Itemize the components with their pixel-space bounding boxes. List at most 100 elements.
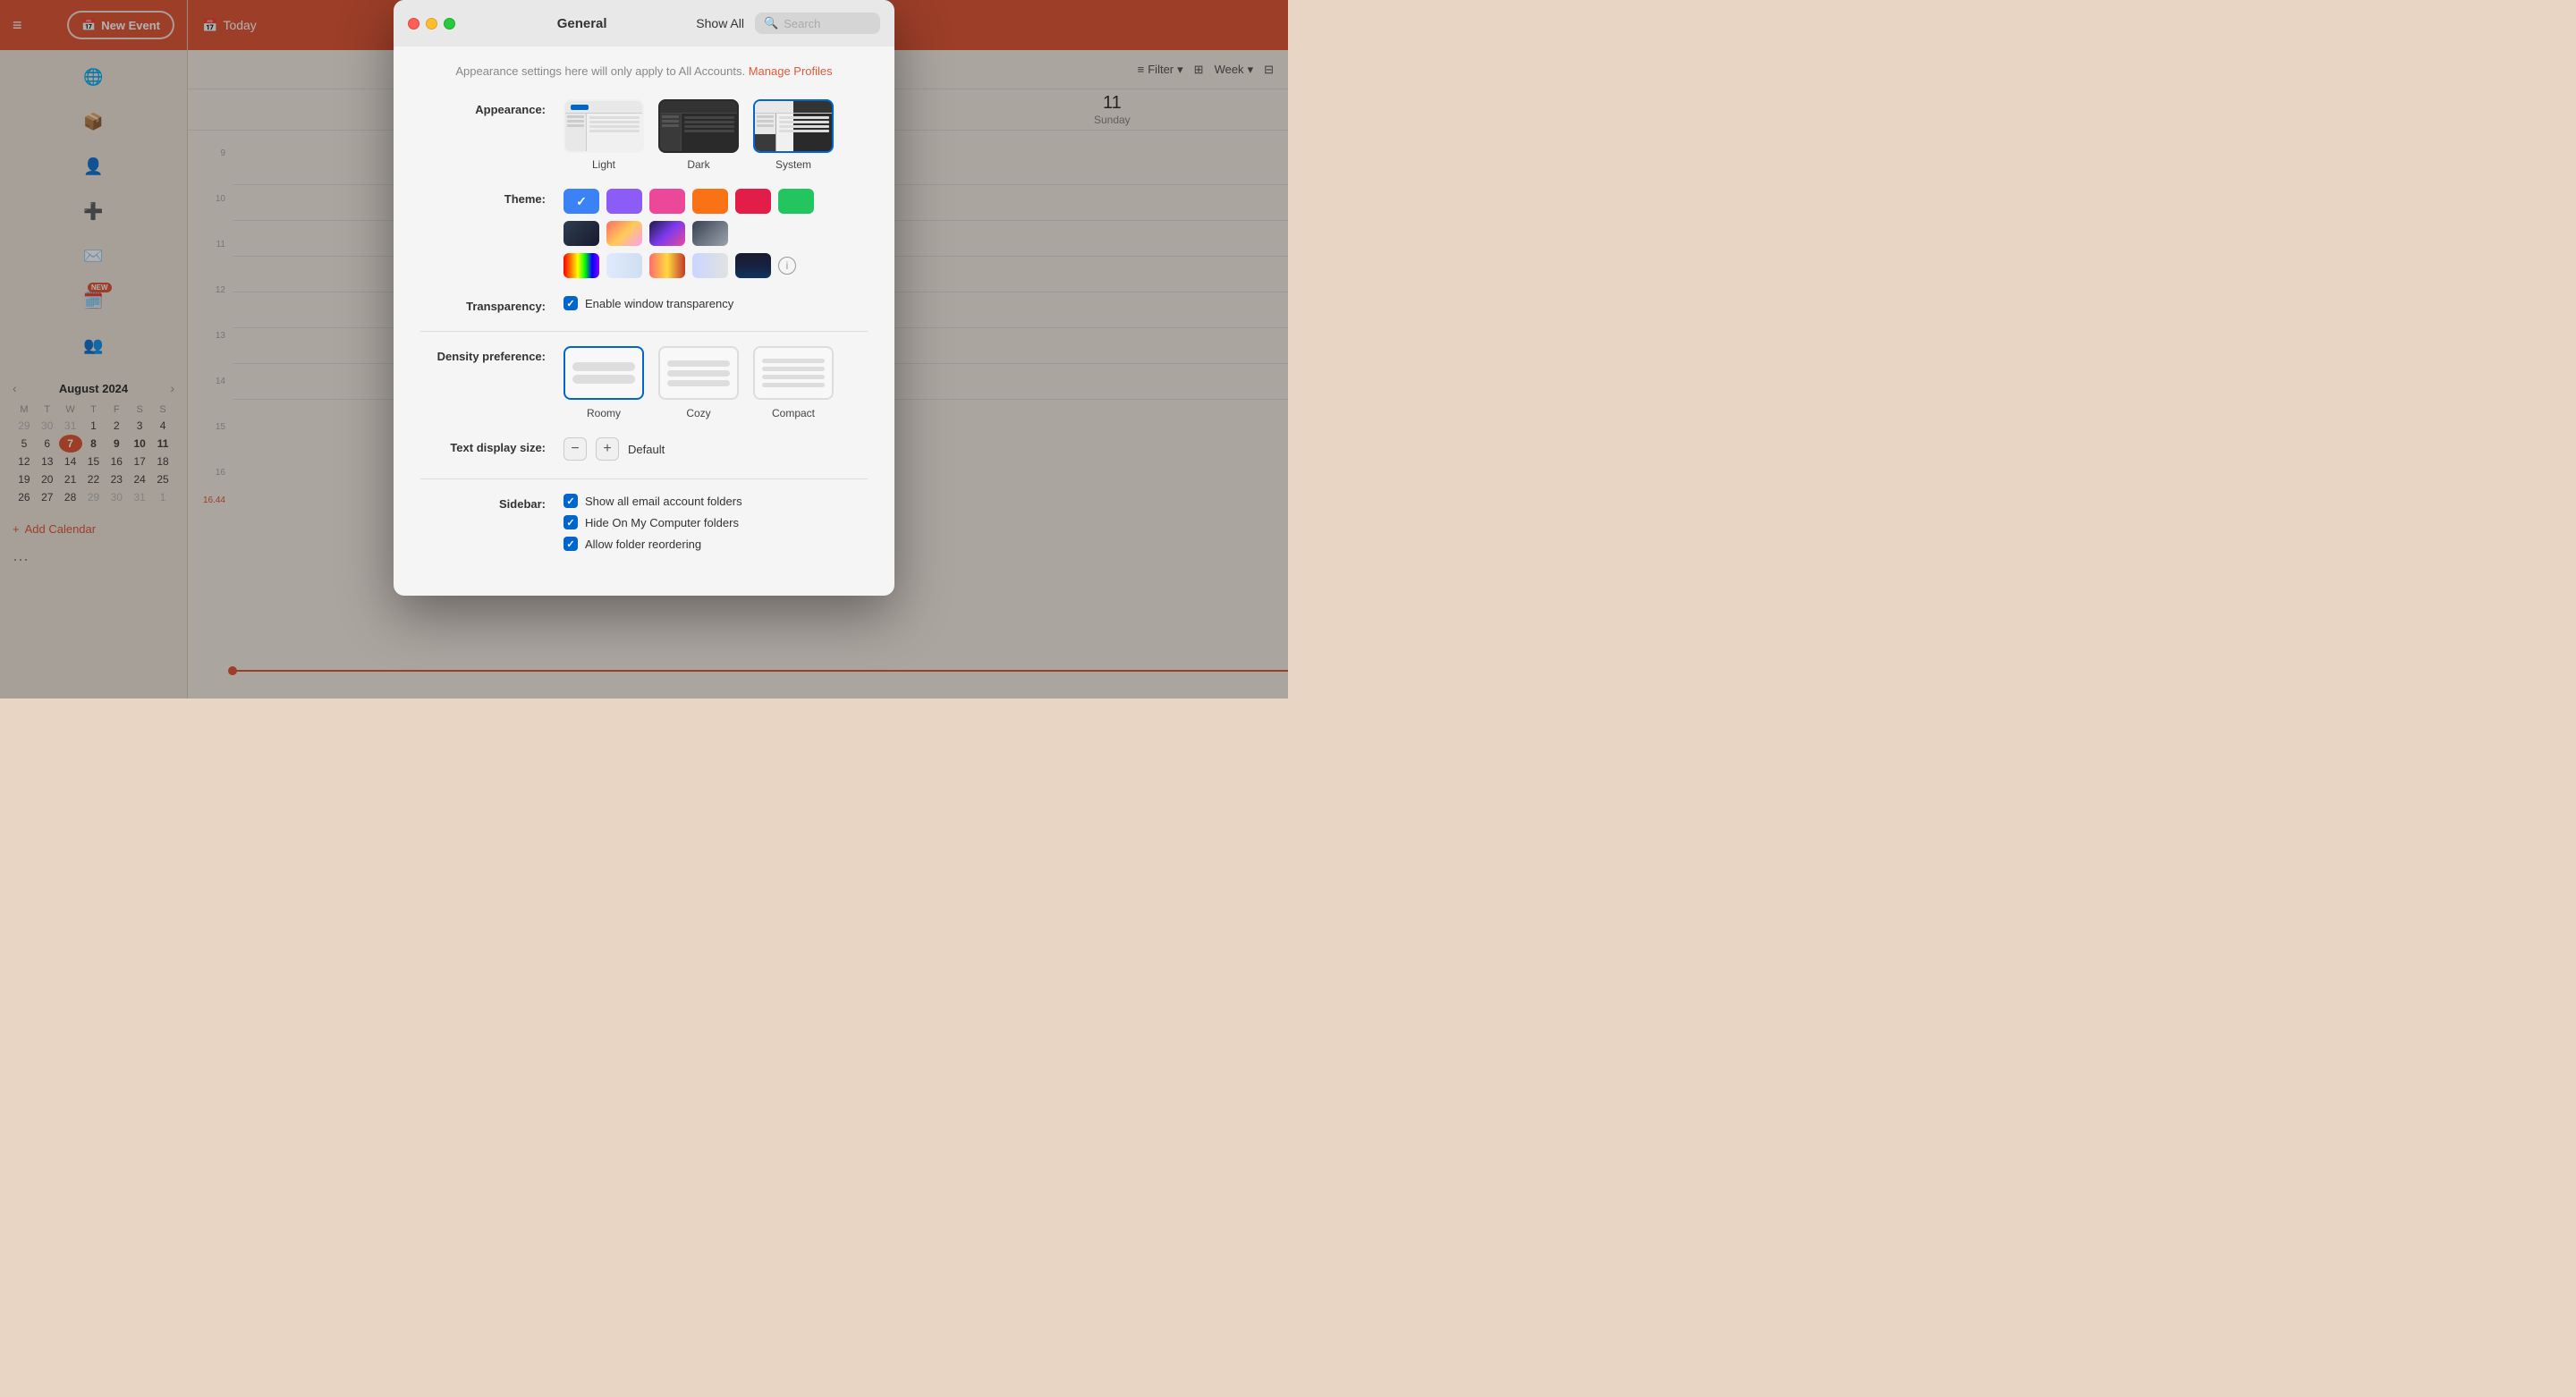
increase-size-button[interactable]: + <box>596 437 619 461</box>
theme-wallpaper-rainbow[interactable] <box>564 253 599 278</box>
theme-wallpaper-sunset2[interactable] <box>649 253 685 278</box>
theme-swatch-orange[interactable] <box>692 189 728 214</box>
text-size-row: Text display size: − + Default <box>420 437 868 461</box>
hide-folders-checkbox[interactable] <box>564 515 578 529</box>
density-roomy-label: Roomy <box>587 407 621 419</box>
theme-wallpaper-night1[interactable] <box>649 221 685 246</box>
appearance-options: Light <box>564 99 868 171</box>
thumb-main <box>776 114 832 153</box>
appearance-system-option[interactable]: System <box>753 99 834 171</box>
density-bar <box>572 375 635 384</box>
search-box[interactable]: 🔍 <box>755 13 880 34</box>
thumb-sidebar <box>565 114 587 153</box>
dialog-content: Appearance settings here will only apply… <box>394 47 894 596</box>
density-options: Roomy Cozy <box>564 346 868 419</box>
density-roomy-option[interactable]: Roomy <box>564 346 644 419</box>
appearance-light-label: Light <box>592 158 615 171</box>
theme-control: i <box>564 189 868 278</box>
decrease-size-button[interactable]: − <box>564 437 587 461</box>
thumb-content <box>660 114 737 153</box>
density-row: Density preference: Roomy <box>420 346 868 419</box>
theme-wallpaper-purple-blue[interactable] <box>692 253 728 278</box>
theme-wallpaper-dark-gradient[interactable] <box>735 253 771 278</box>
theme-swatch-blue[interactable] <box>564 189 599 214</box>
theme-color-row <box>564 189 868 214</box>
density-label: Density preference: <box>420 346 546 363</box>
theme-wallpaper-sunset1[interactable] <box>606 221 642 246</box>
theme-swatch-pink[interactable] <box>649 189 685 214</box>
density-bar <box>667 370 730 377</box>
density-bar <box>667 380 730 386</box>
theme-wallpaper-landscape1[interactable] <box>692 221 728 246</box>
density-bar <box>762 359 825 363</box>
density-cozy-option[interactable]: Cozy <box>658 346 739 419</box>
transparency-checkbox-row: Enable window transparency <box>564 296 868 310</box>
appearance-light-option[interactable]: Light <box>564 99 644 171</box>
theme-wallpaper-dark1[interactable] <box>564 221 599 246</box>
appearance-dark-label: Dark <box>687 158 709 171</box>
search-input[interactable] <box>784 17 871 30</box>
settings-dialog: General Show All 🔍 Appearance settings h… <box>394 0 894 596</box>
sidebar-settings-row: Sidebar: Show all email account folders … <box>420 494 868 551</box>
search-icon: 🔍 <box>764 16 778 30</box>
divider-1 <box>420 331 868 332</box>
thumb-content <box>565 114 642 153</box>
allow-reorder-checkbox[interactable] <box>564 537 578 551</box>
appearance-system-label: System <box>775 158 811 171</box>
transparency-control: Enable window transparency <box>564 296 868 310</box>
show-all-button[interactable]: Show All <box>696 16 744 30</box>
theme-swatch-green[interactable] <box>778 189 814 214</box>
sidebar-option-1: Show all email account folders <box>564 494 868 508</box>
appearance-notice: Appearance settings here will only apply… <box>420 64 868 78</box>
appearance-control: Light <box>564 99 868 171</box>
maximize-button[interactable] <box>444 18 455 30</box>
thumb-main <box>587 114 642 153</box>
close-button[interactable] <box>408 18 419 30</box>
theme-label: Theme: <box>420 189 546 206</box>
density-compact-thumb <box>753 346 834 400</box>
hide-folders-label: Hide On My Computer folders <box>585 516 739 529</box>
density-bar <box>762 375 825 379</box>
minimize-button[interactable] <box>426 18 437 30</box>
appearance-dark-thumb <box>658 99 739 153</box>
text-size-buttons: − + Default <box>564 437 868 461</box>
app-window: ≡ 📅 New Event 🌐 📦 👤 ➕ ✉️ 🗓️ NEW 👥 ‹ Augu… <box>0 0 1288 698</box>
thumb-main <box>682 114 737 153</box>
appearance-row: Appearance: <box>420 99 868 171</box>
theme-options: i <box>564 189 868 278</box>
transparency-checkbox[interactable] <box>564 296 578 310</box>
text-size-control: − + Default <box>564 437 868 461</box>
theme-swatch-red[interactable] <box>735 189 771 214</box>
density-bar <box>572 362 635 371</box>
sidebar-settings-control: Show all email account folders Hide On M… <box>564 494 868 551</box>
density-bar <box>762 383 825 387</box>
appearance-system-thumb <box>753 99 834 153</box>
appearance-label: Appearance: <box>420 99 546 116</box>
manage-profiles-link[interactable]: Manage Profiles <box>749 64 833 78</box>
sidebar-settings-label: Sidebar: <box>420 494 546 511</box>
dialog-title: General <box>468 16 696 31</box>
appearance-dark-option[interactable]: Dark <box>658 99 739 171</box>
theme-wallpaper-blue-teal[interactable] <box>606 253 642 278</box>
theme-swatch-purple[interactable] <box>606 189 642 214</box>
theme-row: Theme: <box>420 189 868 278</box>
thumb-header <box>565 101 642 114</box>
text-size-label: Text display size: <box>420 437 546 454</box>
thumb-header <box>755 101 832 114</box>
transparency-label: Transparency: <box>420 296 546 313</box>
theme-info-icon[interactable]: i <box>778 257 796 275</box>
density-compact-option[interactable]: Compact <box>753 346 834 419</box>
sidebar-option-3: Allow folder reordering <box>564 537 868 551</box>
density-bar <box>667 360 730 367</box>
density-roomy-thumb <box>564 346 644 400</box>
thumb-sidebar <box>755 114 776 153</box>
theme-wallpaper-row-2: i <box>564 253 868 278</box>
traffic-lights <box>408 18 455 30</box>
thumb-sidebar <box>660 114 682 153</box>
show-folders-checkbox[interactable] <box>564 494 578 508</box>
thumb-content <box>755 114 832 153</box>
sidebar-option-2: Hide On My Computer folders <box>564 515 868 529</box>
modal-overlay: General Show All 🔍 Appearance settings h… <box>0 0 1288 698</box>
density-cozy-label: Cozy <box>686 407 710 419</box>
density-control: Roomy Cozy <box>564 346 868 419</box>
